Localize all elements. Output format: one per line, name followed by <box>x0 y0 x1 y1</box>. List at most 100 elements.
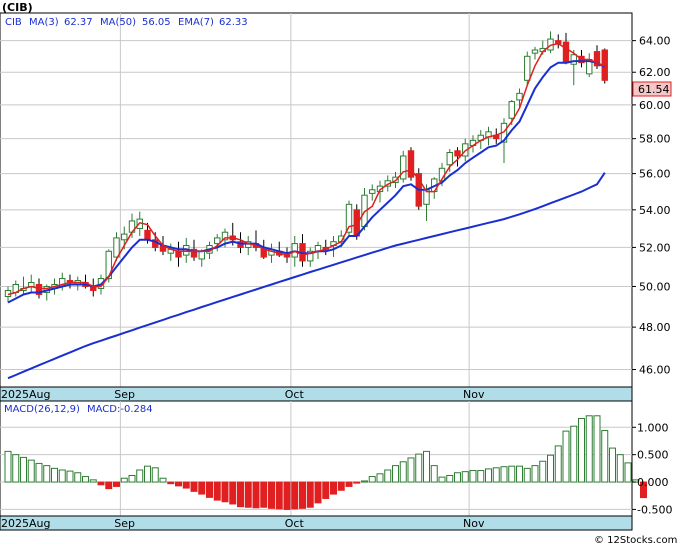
macd-x-tick-label: Nov <box>463 517 485 530</box>
macd-bar <box>43 465 51 483</box>
macd-bar <box>330 481 337 495</box>
macd-bar <box>392 465 399 483</box>
macd-bar <box>58 469 66 483</box>
macd-bar <box>314 481 322 504</box>
watermark: © 12Stocks.com <box>594 535 677 546</box>
macd-bar <box>120 477 128 483</box>
macd-bar <box>454 472 461 483</box>
macd-bar <box>609 447 616 483</box>
candle-body <box>516 92 523 101</box>
macd-bar <box>601 430 609 483</box>
macd-bar <box>113 481 120 487</box>
macd-bar <box>12 454 20 483</box>
macd-bar <box>361 480 368 483</box>
macd-bar <box>291 481 299 510</box>
macd-x-tick-label: 2025Aug <box>1 517 50 530</box>
macd-bar <box>89 479 97 483</box>
legend-ema7: EMA(7) <box>178 17 214 28</box>
last-price-value: 61.54 <box>638 83 670 96</box>
candle-body <box>524 55 531 81</box>
macd-bar <box>399 461 407 483</box>
macd-bar <box>51 467 58 483</box>
macd-bar <box>74 472 82 483</box>
legend-ma50-value: 56.05 <box>142 17 171 28</box>
macd-bar <box>376 473 384 483</box>
macd-bar <box>20 456 27 483</box>
macd-bar <box>485 468 492 483</box>
macd-bar <box>593 415 601 483</box>
macd-tick-label: 0.500 <box>637 449 669 462</box>
price-tick-label: 58.00 <box>639 133 671 146</box>
price-tick-label: 46.00 <box>639 364 671 377</box>
macd-bar <box>554 445 562 483</box>
legend-ma50: MA(50) <box>100 17 136 28</box>
macd-bar <box>423 450 430 483</box>
macd-bar <box>82 476 89 483</box>
macd-bar <box>616 454 624 483</box>
candle-body <box>454 150 461 157</box>
macd-bar <box>159 477 167 483</box>
macd-bar <box>198 481 206 495</box>
candle-body <box>113 237 120 258</box>
macd-bar <box>244 481 252 508</box>
macd-bar <box>151 467 159 483</box>
candle-body <box>400 155 407 180</box>
price-x-tick-label: Sep <box>114 388 135 401</box>
macd-bar <box>492 467 500 483</box>
macd-bar <box>570 425 578 483</box>
macd-bar <box>268 481 275 509</box>
macd-bar <box>260 481 268 508</box>
legend-symbol: CIB <box>5 17 22 28</box>
price-panel <box>0 12 633 388</box>
macd-bar <box>345 481 353 487</box>
macd-bar <box>27 459 35 483</box>
macd-bar <box>477 470 485 483</box>
macd-legend-label: MACD(26,12,9) <box>4 404 80 415</box>
candle-body <box>446 151 453 166</box>
price-tick-label: 64.00 <box>639 35 671 48</box>
price-x-axis-band <box>0 386 633 402</box>
chart-canvas: 46.00 48.00 50.00 52.00 54.00 56.00 58.00 60.00… <box>0 1 677 546</box>
macd-bar <box>229 481 237 505</box>
macd-y-axis: 1.000 0.500 0.000 -0.500 <box>632 421 672 516</box>
macd-x-axis-band <box>0 515 633 531</box>
candle-body <box>562 41 570 64</box>
macd-bar <box>547 454 554 483</box>
macd-legend-value: MACD:-0.284 <box>87 404 153 415</box>
price-tick-label: 54.00 <box>639 204 671 217</box>
legend-ema7-value: 62.33 <box>219 17 248 28</box>
candle-body <box>121 233 128 241</box>
price-tick-label: 60.00 <box>639 99 671 112</box>
macd-bar <box>221 481 229 503</box>
macd-bar <box>562 430 570 483</box>
macd-bar <box>578 418 585 483</box>
candle-body <box>570 54 577 65</box>
candle <box>400 150 407 183</box>
macd-tick-label: 0.000 <box>637 476 669 489</box>
macd-bar <box>182 481 190 489</box>
price-tick-label: 52.00 <box>639 241 671 254</box>
macd-bar <box>500 466 508 483</box>
macd-bar <box>128 474 136 483</box>
macd-bar <box>299 481 306 509</box>
macd-bar <box>136 469 144 483</box>
macd-bar <box>283 481 291 510</box>
macd-bar <box>306 481 314 508</box>
price-x-tick-label: 2025Aug <box>1 388 50 401</box>
macd-bar <box>275 481 283 510</box>
macd-tick-label: -0.500 <box>637 503 672 516</box>
macd-bar <box>523 467 531 483</box>
macd-bar <box>4 450 12 483</box>
macd-bar <box>66 470 74 483</box>
ticker-label: (CIB) <box>2 1 33 14</box>
macd-bar <box>585 415 593 483</box>
macd-bar <box>175 481 182 487</box>
macd-bar <box>516 465 523 483</box>
macd-bar <box>438 476 446 483</box>
legend-ma3-value: 62.37 <box>64 17 93 28</box>
price-tick-label: 48.00 <box>639 321 671 334</box>
legend-ma3: MA(3) <box>29 17 59 28</box>
candle-body <box>144 229 151 241</box>
macd-bar <box>461 471 469 483</box>
macd-bar <box>353 481 361 484</box>
